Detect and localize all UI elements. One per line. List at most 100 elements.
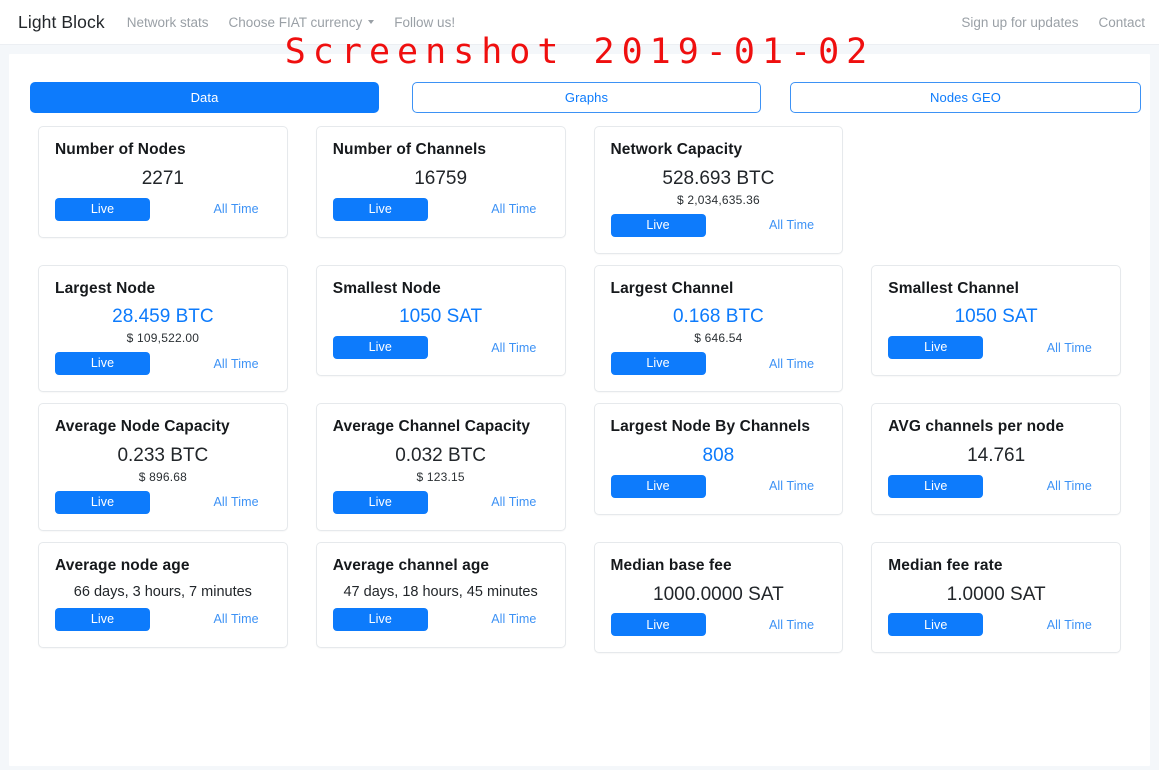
live-button[interactable]: Live: [55, 197, 150, 221]
secondary-nav: Sign up for updates Contact: [961, 15, 1145, 30]
stats-row: Average node age 66 days, 3 hours, 7 min…: [24, 541, 1135, 654]
live-button[interactable]: Live: [332, 607, 428, 631]
grid-cell: Smallest Node 1050 SAT Live All Time: [302, 264, 580, 377]
all-time-link[interactable]: All Time: [769, 218, 814, 232]
live-button[interactable]: Live: [610, 352, 706, 376]
tab-bar: Data Graphs Nodes GEO: [19, 82, 1141, 113]
stat-card-median-base-fee: Median base fee 1000.0000 SAT Live All T…: [593, 541, 844, 654]
card-value[interactable]: 1050 SAT: [888, 305, 1104, 329]
live-button[interactable]: Live: [610, 613, 706, 637]
tab-graphs[interactable]: Graphs: [412, 82, 761, 113]
all-time-link[interactable]: All Time: [213, 357, 258, 371]
card-title: Median fee rate: [888, 556, 1003, 574]
live-button[interactable]: Live: [888, 336, 984, 360]
card-title: Largest Node: [55, 279, 156, 297]
live-button[interactable]: Live: [55, 607, 150, 631]
card-actions: Live All Time: [332, 336, 549, 360]
page-wrapper: Data Graphs Nodes GEO Number of Nodes 22…: [0, 45, 1159, 766]
card-value: 66 days, 3 hours, 7 minutes: [73, 583, 252, 600]
card-title: Average node age: [55, 556, 190, 574]
all-time-link[interactable]: All Time: [213, 495, 258, 509]
grid-cell: Median fee rate 1.0000 SAT Live All Time: [857, 541, 1135, 654]
card-actions: Live All Time: [55, 607, 271, 631]
card-value: 16759: [414, 167, 468, 189]
nav-dropdown-fiat-currency[interactable]: Choose FIAT currency: [228, 14, 375, 30]
nav-link-network-stats[interactable]: Network stats: [127, 15, 209, 30]
grid-cell: Median base fee 1000.0000 SAT Live All T…: [580, 541, 858, 654]
grid-cell: Average node age 66 days, 3 hours, 7 min…: [24, 541, 302, 648]
live-button[interactable]: Live: [888, 474, 984, 498]
chevron-down-icon: [368, 20, 375, 24]
all-time-link[interactable]: All Time: [769, 357, 814, 371]
nav-link-label: Network stats: [126, 14, 209, 30]
card-fiat-value: $ 646.54: [694, 331, 743, 346]
stat-card-average-node-capacity: Average Node Capacity 0.233 BTC $ 896.68…: [38, 403, 288, 531]
card-title: Average Node Capacity: [55, 418, 230, 436]
card-actions: Live All Time: [332, 197, 549, 221]
stat-card-number-of-channels: Number of Channels 16759 Live All Time: [315, 126, 566, 238]
nav-link-follow-us[interactable]: Follow us!: [394, 15, 455, 30]
nav-link-sign-up[interactable]: Sign up for updates: [961, 15, 1078, 30]
all-time-link[interactable]: All Time: [1047, 341, 1092, 355]
grid-cell: Network Capacity 528.693 BTC $ 2,034,635…: [580, 126, 858, 254]
all-time-link[interactable]: All Time: [1047, 618, 1092, 632]
card-title: Number of Nodes: [55, 141, 186, 158]
card-title: Average channel age: [332, 556, 490, 574]
live-button[interactable]: Live: [332, 197, 428, 221]
nav-link-label: Follow us!: [394, 14, 456, 30]
all-time-link[interactable]: All Time: [491, 612, 536, 626]
live-button[interactable]: Live: [55, 352, 150, 376]
grid-cell: Number of Nodes 2271 Live All Time: [24, 126, 302, 238]
card-actions: Live All Time: [332, 607, 549, 631]
card-value: 0.032 BTC: [395, 444, 487, 466]
live-button[interactable]: Live: [332, 336, 428, 360]
card-value: 2271: [141, 167, 185, 189]
brand-logo[interactable]: Light Block: [18, 12, 105, 33]
all-time-link[interactable]: All Time: [491, 495, 536, 509]
card-title: Smallest Node: [332, 279, 441, 297]
grid-cell: AVG channels per node 14.761 Live All Ti…: [857, 403, 1135, 515]
grid-cell: Largest Node By Channels 808 Live All Ti…: [580, 403, 858, 515]
primary-nav: Network stats Choose FIAT currency Follo…: [127, 15, 455, 30]
card-value[interactable]: 1050 SAT: [333, 305, 549, 329]
nav-link-label: Choose FIAT currency: [228, 14, 363, 30]
tab-nodes-geo[interactable]: Nodes GEO: [790, 82, 1141, 113]
live-button[interactable]: Live: [610, 474, 706, 498]
all-time-link[interactable]: All Time: [769, 479, 814, 493]
stat-card-median-fee-rate: Median fee rate 1.0000 SAT Live All Time: [871, 541, 1121, 654]
all-time-link[interactable]: All Time: [1047, 479, 1092, 493]
all-time-link[interactable]: All Time: [213, 612, 258, 626]
card-actions: Live All Time: [610, 213, 827, 237]
card-value[interactable]: 808: [611, 444, 827, 468]
live-button[interactable]: Live: [888, 613, 984, 637]
tab-data[interactable]: Data: [30, 82, 379, 113]
card-fiat-value: $ 123.15: [416, 469, 465, 484]
card-title: Network Capacity: [610, 141, 743, 158]
card-value[interactable]: 28.459 BTC: [55, 305, 271, 329]
card-title: Average Channel Capacity: [332, 418, 531, 436]
card-title: Number of Channels: [332, 141, 487, 158]
stat-card-largest-channel: Largest Channel 0.168 BTC $ 646.54 Live …: [593, 264, 844, 393]
all-time-link[interactable]: All Time: [491, 341, 536, 355]
card-fiat-value: $ 2,034,635.36: [676, 192, 760, 207]
stat-card-network-capacity: Network Capacity 528.693 BTC $ 2,034,635…: [593, 126, 844, 254]
card-value: 1000.0000 SAT: [653, 583, 784, 605]
stat-card-largest-node: Largest Node 28.459 BTC $ 109,522.00 Liv…: [38, 264, 288, 393]
card-actions: Live All Time: [610, 613, 827, 637]
all-time-link[interactable]: All Time: [769, 618, 814, 632]
live-button[interactable]: Live: [332, 490, 428, 514]
grid-cell: Average Channel Capacity 0.032 BTC $ 123…: [302, 403, 580, 531]
card-actions: Live All Time: [888, 336, 1104, 360]
card-title: Largest Node By Channels: [610, 418, 811, 436]
grid-cell: Average Node Capacity 0.233 BTC $ 896.68…: [24, 403, 302, 531]
card-value[interactable]: 0.168 BTC: [611, 305, 827, 329]
card-value: 1.0000 SAT: [946, 583, 1046, 605]
live-button[interactable]: Live: [610, 213, 706, 237]
card-fiat-value: $ 109,522.00: [126, 331, 200, 346]
live-button[interactable]: Live: [55, 490, 150, 514]
all-time-link[interactable]: All Time: [491, 202, 536, 216]
nav-link-contact[interactable]: Contact: [1098, 15, 1145, 30]
all-time-link[interactable]: All Time: [213, 202, 258, 216]
grid-cell: Smallest Channel 1050 SAT Live All Time: [857, 264, 1135, 377]
grid-cell: Largest Channel 0.168 BTC $ 646.54 Live …: [580, 264, 858, 393]
